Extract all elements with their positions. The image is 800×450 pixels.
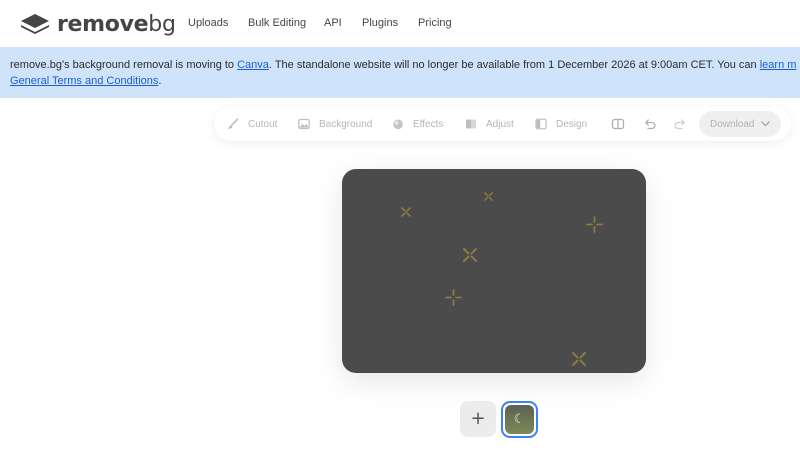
sparkle-icon [586, 216, 603, 233]
chevron-down-icon [761, 121, 770, 127]
main-nav: Uploads Bulk Editing API Plugins Pricing [0, 17, 800, 33]
nav-api[interactable]: API [324, 17, 342, 29]
brush-icon [227, 118, 239, 130]
learn-more-link[interactable]: learn m [760, 59, 797, 71]
tool-design[interactable]: Design [535, 117, 587, 131]
image-preview [342, 169, 646, 373]
nav-plugins[interactable]: Plugins [362, 17, 398, 29]
tool-effects[interactable]: Effects [392, 117, 443, 131]
terms-link[interactable]: General Terms and Conditions [10, 75, 158, 87]
adjust-icon [465, 118, 477, 130]
download-button[interactable]: Download [699, 111, 781, 137]
image-icon [298, 118, 310, 130]
plus-icon: + [470, 408, 486, 429]
effects-icon [392, 118, 404, 130]
sparkle-icon [445, 289, 462, 306]
editor-toolbar: Cutout Background Effects Adjust Design … [214, 107, 791, 141]
top-header: removebg Uploads Bulk Editing API Plugin… [0, 0, 800, 47]
tool-adjust[interactable]: Adjust [465, 117, 514, 131]
undo-icon[interactable] [643, 117, 657, 131]
canva-link[interactable]: Canva [237, 59, 269, 71]
nav-bulk-editing[interactable]: Bulk Editing [248, 17, 306, 29]
banner-text-line2: General Terms and Conditions. [10, 75, 162, 87]
loading-spinner-icon: ☾ [513, 412, 526, 427]
sparkle-icon [571, 351, 587, 367]
compare-icon[interactable] [611, 117, 625, 131]
thumbnail-preview: ☾ [505, 405, 534, 434]
banner-text: remove.bg's background removal is moving… [10, 59, 797, 71]
sparkle-icon [400, 206, 412, 218]
announcement-banner: remove.bg's background removal is moving… [0, 47, 800, 98]
image-thumbnail[interactable]: ☾ [501, 401, 538, 438]
add-image-button[interactable]: + [460, 401, 496, 437]
nav-pricing[interactable]: Pricing [418, 17, 452, 29]
sparkle-icon [462, 247, 478, 263]
sparkle-icon [483, 191, 494, 202]
nav-uploads[interactable]: Uploads [188, 17, 228, 29]
tool-background[interactable]: Background [298, 117, 372, 131]
design-icon [535, 118, 547, 130]
redo-icon[interactable] [673, 117, 687, 131]
tool-cutout[interactable]: Cutout [227, 117, 277, 131]
